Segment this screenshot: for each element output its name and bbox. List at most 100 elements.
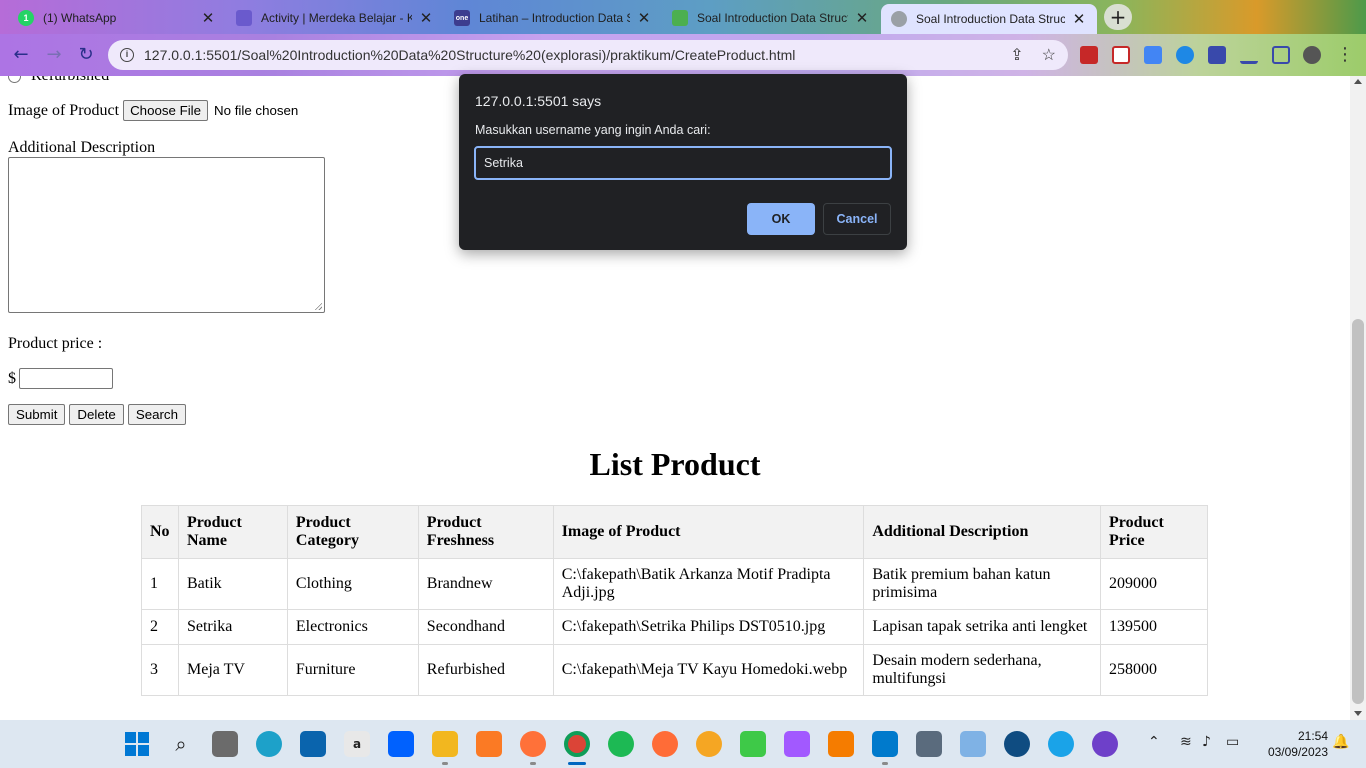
header-description: Additional Description	[863, 505, 1102, 559]
share-icon[interactable]: ⇪	[1010, 45, 1023, 65]
app-p-icon[interactable]	[696, 731, 722, 757]
browser-toolbar: ← → ↻ i 127.0.0.1:5501/Soal%20Introducti…	[0, 34, 1366, 76]
header-no: No	[141, 505, 179, 559]
download-icon[interactable]	[1240, 46, 1258, 64]
tab-title: Soal Introduction Data Struct	[697, 11, 848, 25]
price-input[interactable]	[19, 368, 113, 389]
figma-icon[interactable]	[784, 731, 810, 757]
vscode-icon[interactable]	[872, 731, 898, 757]
extension-docs-icon[interactable]	[1144, 46, 1162, 64]
radio-refurbished[interactable]	[8, 76, 21, 83]
dropbox-icon[interactable]	[388, 731, 414, 757]
cell-description: Lapisan tapak setrika anti lengket	[863, 609, 1102, 645]
reload-icon[interactable]: ↻	[75, 44, 97, 66]
tab-soal-1[interactable]: Soal Introduction Data Struct ✕	[662, 4, 880, 32]
edge-icon[interactable]	[256, 731, 282, 757]
search-button[interactable]: Search	[127, 404, 186, 425]
close-icon[interactable]: ✕	[1071, 10, 1087, 28]
scroll-up-icon[interactable]	[1354, 79, 1362, 84]
clock-date: 03/09/2023	[1267, 745, 1328, 759]
new-tab-button[interactable]: +	[1104, 4, 1132, 30]
bookmark-star-icon[interactable]: ☆	[1042, 45, 1056, 65]
extension-pen-icon[interactable]	[1176, 46, 1194, 64]
file-explorer-icon[interactable]	[432, 731, 458, 757]
cancel-button[interactable]: Cancel	[823, 203, 891, 235]
description-textarea[interactable]	[8, 157, 325, 313]
firefox-icon[interactable]	[520, 731, 546, 757]
clock-time: 21:54	[1297, 729, 1328, 743]
tab-soal-active[interactable]: Soal Introduction Data Struct ✕	[881, 4, 1097, 34]
wifi-icon[interactable]: ≋	[1180, 734, 1192, 750]
battery-icon[interactable]: ▭	[1226, 734, 1239, 750]
tab-title: Activity | Merdeka Belajar - K	[261, 11, 412, 25]
forward-icon[interactable]: →	[43, 44, 65, 66]
cell-image: C:\fakepath\Setrika Philips DST0510.jpg	[552, 609, 865, 645]
choose-file-button[interactable]: Choose File	[123, 100, 209, 121]
chrome-icon[interactable]	[564, 731, 590, 757]
extension-pocket-icon[interactable]	[1112, 46, 1130, 64]
tab-merdeka[interactable]: Activity | Merdeka Belajar - K ✕	[226, 4, 444, 32]
close-icon[interactable]: ✕	[636, 9, 652, 27]
cell-image: C:\fakepath\Meja TV Kayu Homedoki.webp	[552, 644, 865, 696]
task-view-icon[interactable]	[212, 731, 238, 757]
close-icon[interactable]: ✕	[854, 9, 870, 27]
submit-button[interactable]: Submit	[8, 404, 66, 425]
scroll-down-icon[interactable]	[1354, 711, 1362, 716]
notification-icon[interactable]: 🔔	[1332, 734, 1349, 750]
mail-icon[interactable]	[300, 731, 326, 757]
app-cube-icon[interactable]	[916, 731, 942, 757]
xampp-icon[interactable]	[476, 731, 502, 757]
taskbar: ⌕ a ⌃ ≋ ♪ ▭ 21:54 03/09/2023 🔔	[0, 720, 1366, 768]
cell-price: 209000	[1100, 558, 1208, 610]
app-orange-icon[interactable]	[828, 731, 854, 757]
price-label: Product price :	[8, 335, 103, 352]
cell-description: Batik premium bahan katun primisima	[863, 558, 1102, 610]
site-info-icon[interactable]: i	[120, 48, 134, 62]
virtualbox-icon[interactable]	[960, 731, 986, 757]
app-green-icon[interactable]	[740, 731, 766, 757]
delete-button[interactable]: Delete	[69, 404, 124, 425]
tab-title: (1) WhatsApp	[43, 11, 117, 25]
start-windows-icon[interactable]	[124, 731, 150, 757]
cell-freshness: Secondhand	[417, 609, 554, 645]
scrollbar-thumb[interactable]	[1352, 319, 1364, 704]
app-blue-icon[interactable]	[1048, 731, 1074, 757]
page-scrollbar[interactable]	[1350, 76, 1366, 720]
address-bar[interactable]: i 127.0.0.1:5501/Soal%20Introduction%20D…	[108, 40, 1068, 70]
ok-button[interactable]: OK	[747, 203, 815, 235]
whatsapp-icon: 1	[18, 10, 34, 26]
header-product-name: Product Name	[177, 505, 288, 559]
clock[interactable]: 21:54 03/09/2023	[1256, 728, 1328, 760]
table-row: 1 Batik Clothing Brandnew C:\fakepath\Ba…	[141, 558, 1208, 610]
back-icon[interactable]: ←	[10, 44, 32, 66]
product-table: No Product Name Product Category Product…	[141, 505, 1208, 696]
extension-shield-icon[interactable]	[1080, 46, 1098, 64]
amazon-icon[interactable]: a	[344, 731, 370, 757]
app-w-icon[interactable]	[1004, 731, 1030, 757]
tab-title: Latihan – Introduction Data S	[479, 11, 630, 25]
volume-icon[interactable]: ♪	[1202, 734, 1211, 750]
active-indicator	[568, 762, 586, 765]
extensions-puzzle-icon[interactable]	[1208, 46, 1226, 64]
close-icon[interactable]: ✕	[418, 9, 434, 27]
side-panel-icon[interactable]	[1272, 46, 1290, 64]
cell-name: Batik	[177, 558, 288, 610]
cell-image: C:\fakepath\Batik Arkanza Motif Pradipta…	[552, 558, 865, 610]
cell-no: 1	[141, 558, 179, 610]
tray-overflow-chevron-icon[interactable]: ⌃	[1148, 734, 1160, 750]
spotify-icon[interactable]	[608, 731, 634, 757]
close-icon[interactable]: ✕	[200, 9, 216, 27]
dialog-input[interactable]: Setrika	[474, 146, 892, 180]
profile-avatar[interactable]	[1303, 46, 1321, 64]
radio-refurbished-row: Refurbished	[8, 76, 109, 85]
tab-whatsapp[interactable]: 1 (1) WhatsApp ✕	[8, 4, 226, 32]
header-price: Product Price	[1100, 505, 1208, 559]
resize-handle-icon[interactable]	[314, 302, 322, 310]
header-product-category: Product Category	[286, 505, 419, 559]
github-icon[interactable]	[1092, 731, 1118, 757]
search-icon[interactable]: ⌕	[168, 731, 194, 757]
postman-icon[interactable]	[652, 731, 678, 757]
menu-kebab-icon[interactable]: ⋮	[1334, 44, 1356, 66]
tab-latihan[interactable]: one Latihan – Introduction Data S ✕	[444, 4, 662, 32]
running-indicator	[530, 762, 536, 765]
